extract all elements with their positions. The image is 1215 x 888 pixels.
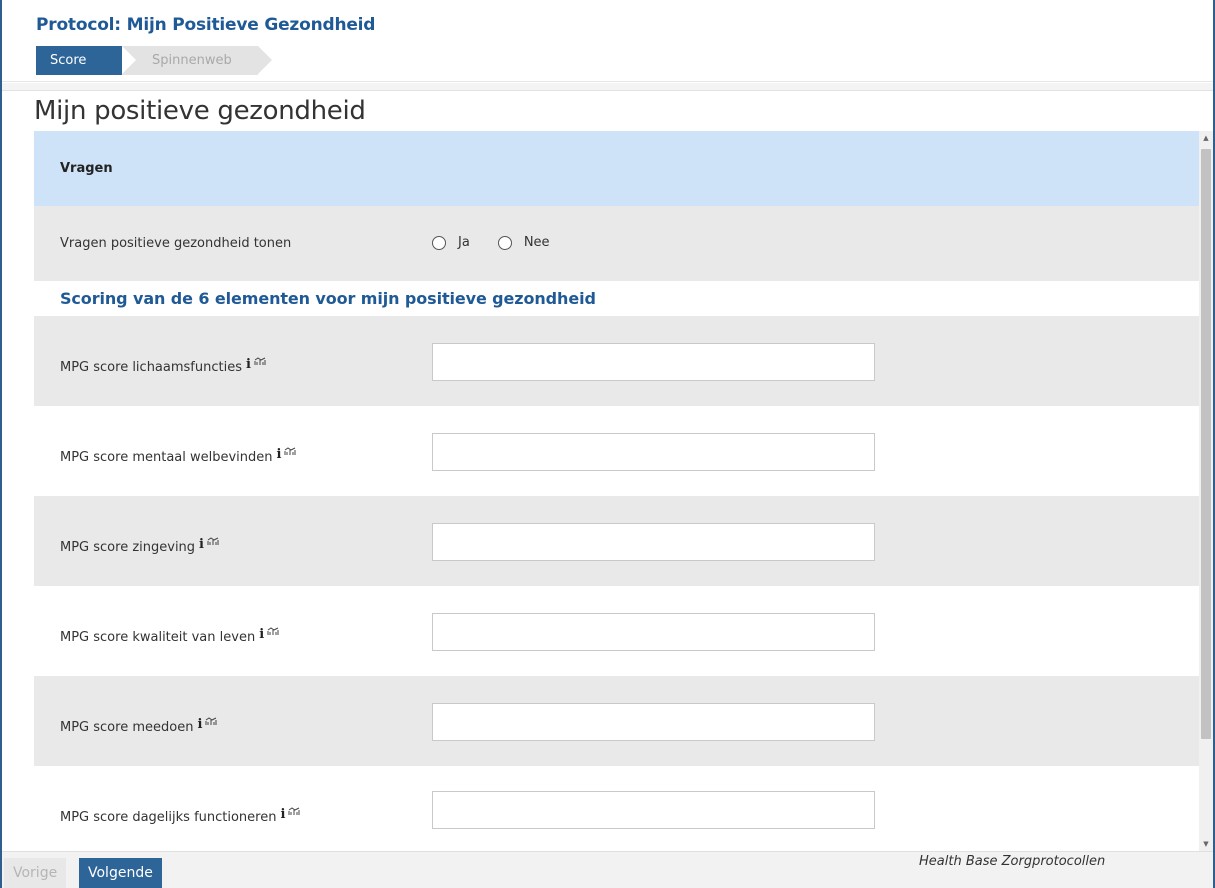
score-row: MPG score zingeving i bbox=[34, 496, 1199, 586]
score-label: MPG score lichaamsfuncties i bbox=[60, 357, 266, 375]
score-row: MPG score mentaal welbevinden i bbox=[34, 406, 1199, 496]
score-label-text: MPG score kwaliteit van leven bbox=[60, 630, 256, 645]
score-label-text: MPG score zingeving bbox=[60, 540, 196, 555]
scoring-title: Scoring van de 6 elementen voor mijn pos… bbox=[60, 289, 596, 308]
radio-ja-label: Ja bbox=[458, 235, 470, 250]
header: Protocol: Mijn Positieve Gezondheid Scor… bbox=[2, 0, 1213, 82]
footer: Vorige Volgende Health Base Zorgprotocol… bbox=[2, 851, 1213, 888]
radio-nee[interactable]: Nee bbox=[497, 235, 550, 250]
scroll-down-arrow-icon[interactable]: ▼ bbox=[1199, 837, 1213, 851]
radio-ja[interactable]: Ja bbox=[432, 235, 470, 250]
score-row: MPG score kwaliteit van leven i bbox=[34, 586, 1199, 676]
prev-button[interactable]: Vorige bbox=[4, 858, 67, 888]
score-label: MPG score dagelijks functioneren i bbox=[60, 807, 300, 825]
chart-icon[interactable] bbox=[254, 357, 266, 366]
info-icon[interactable]: i bbox=[246, 357, 251, 372]
score-input-dagelijks-functioneren[interactable] bbox=[432, 791, 875, 829]
question-label: Vragen positieve gezondheid tonen bbox=[60, 236, 292, 251]
info-icon[interactable]: i bbox=[197, 717, 202, 732]
score-row: MPG score lichaamsfuncties i bbox=[34, 316, 1199, 406]
chart-icon[interactable] bbox=[205, 717, 217, 726]
info-icon[interactable]: i bbox=[259, 627, 264, 642]
question-row: Vragen positieve gezondheid tonen Ja Nee bbox=[34, 206, 1199, 281]
radio-nee-label: Nee bbox=[523, 235, 550, 250]
next-button[interactable]: Volgende bbox=[79, 858, 162, 888]
chart-icon[interactable] bbox=[284, 447, 296, 456]
page-title: Mijn positieve gezondheid bbox=[34, 96, 366, 126]
step-score[interactable]: Score bbox=[36, 46, 136, 75]
score-label: MPG score zingeving i bbox=[60, 537, 219, 555]
score-label-text: MPG score dagelijks functioneren bbox=[60, 810, 277, 825]
score-input-kwaliteit-van-leven[interactable] bbox=[432, 613, 875, 651]
score-label-text: MPG score mentaal welbevinden bbox=[60, 450, 273, 465]
score-input-lichaamsfuncties[interactable] bbox=[432, 343, 875, 381]
footer-brand: Health Base Zorgprotocollen bbox=[919, 854, 1106, 869]
section-title: Vragen bbox=[60, 161, 113, 176]
score-input-mentaal-welbevinden[interactable] bbox=[432, 433, 875, 471]
score-label: MPG score meedoen i bbox=[60, 717, 217, 735]
score-row: MPG score meedoen i bbox=[34, 676, 1199, 766]
score-input-zingeving[interactable] bbox=[432, 523, 875, 561]
section-header: Vragen bbox=[34, 131, 1199, 206]
radio-ja-circle[interactable] bbox=[432, 235, 446, 250]
info-icon[interactable]: i bbox=[199, 537, 204, 552]
score-label-text: MPG score meedoen bbox=[60, 720, 194, 735]
info-icon[interactable]: i bbox=[277, 447, 282, 462]
scroll-thumb[interactable] bbox=[1201, 149, 1211, 739]
score-label: MPG score kwaliteit van leven i bbox=[60, 627, 279, 645]
radio-nee-circle[interactable] bbox=[497, 235, 512, 250]
vertical-scrollbar[interactable]: ▲ ▼ bbox=[1199, 131, 1213, 851]
header-divider bbox=[2, 83, 1213, 91]
info-icon[interactable]: i bbox=[280, 807, 285, 822]
radio-group: Ja Nee bbox=[432, 235, 578, 250]
score-label: MPG score mentaal welbevinden i bbox=[60, 447, 296, 465]
score-row: MPG score dagelijks functioneren i bbox=[34, 766, 1199, 851]
protocol-title: Protocol: Mijn Positieve Gezondheid bbox=[36, 15, 376, 35]
chart-icon[interactable] bbox=[267, 627, 279, 636]
form-content: Vragen Vragen positieve gezondheid tonen… bbox=[34, 131, 1199, 851]
score-input-meedoen[interactable] bbox=[432, 703, 875, 741]
score-label-text: MPG score lichaamsfuncties bbox=[60, 360, 242, 375]
scroll-up-arrow-icon[interactable]: ▲ bbox=[1199, 131, 1213, 145]
step-spinnenweb[interactable]: Spinnenweb bbox=[122, 46, 272, 75]
chart-icon[interactable] bbox=[207, 537, 219, 546]
chart-icon[interactable] bbox=[288, 807, 300, 816]
